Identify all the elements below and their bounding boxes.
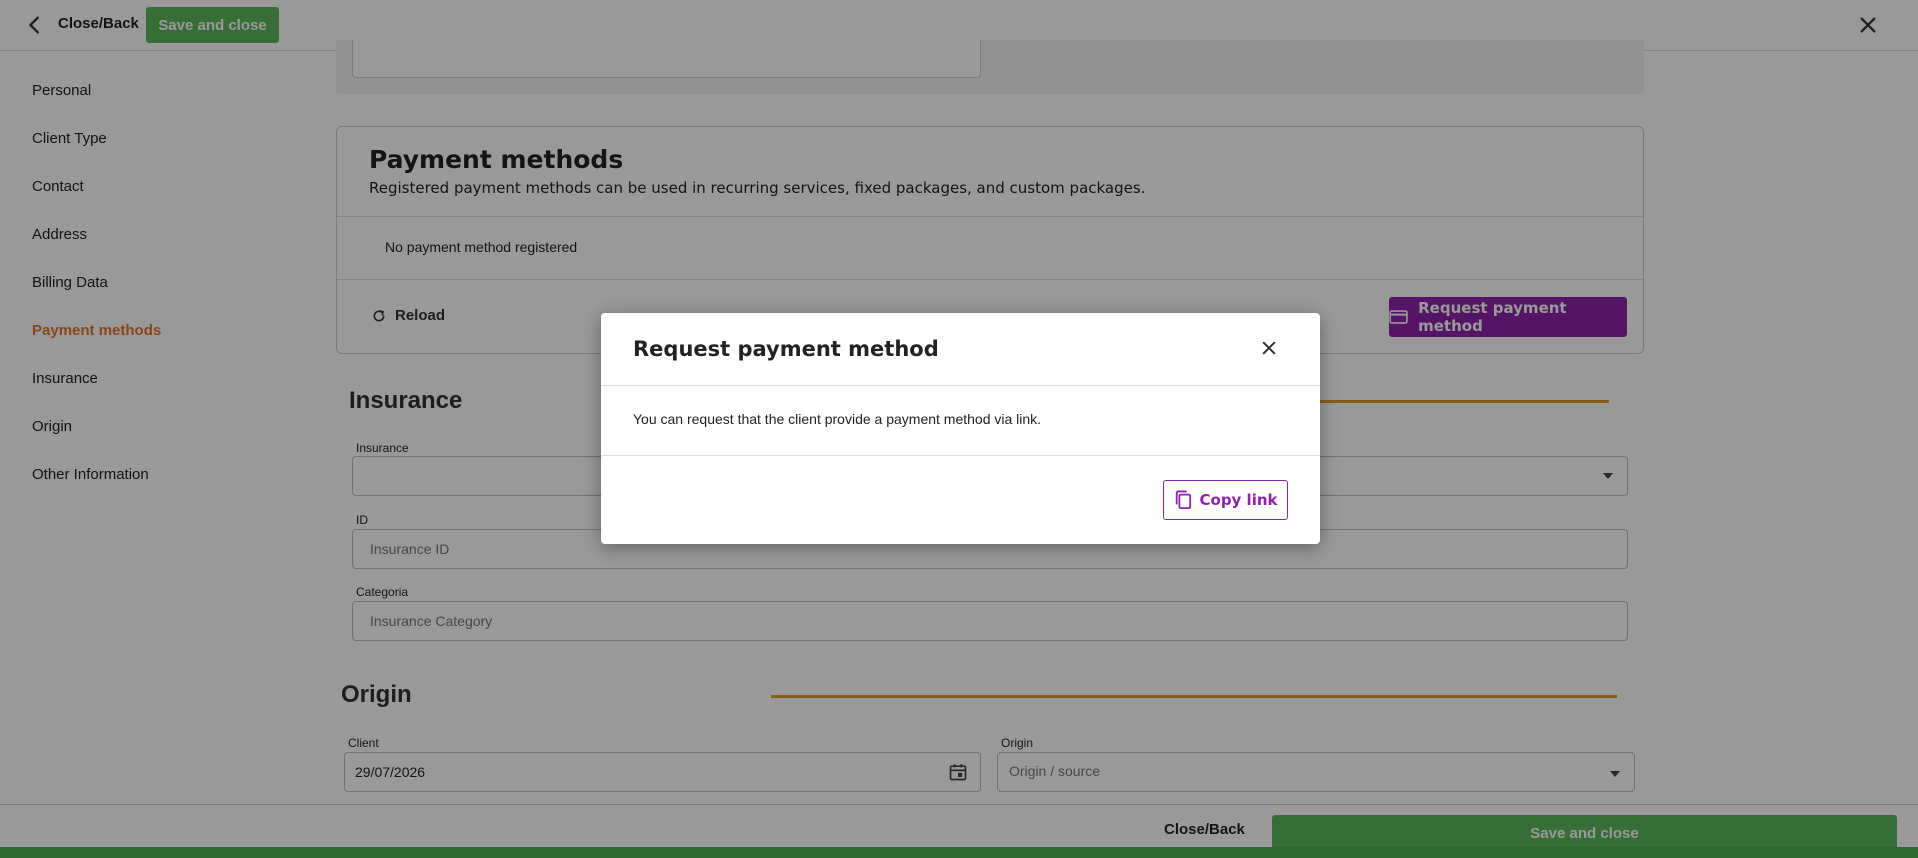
divider [601, 455, 1320, 456]
close-icon[interactable] [1260, 339, 1278, 357]
copy-icon [1175, 490, 1191, 509]
dialog-body-text: You can request that the client provide … [633, 411, 1042, 427]
dialog-title: Request payment method [633, 337, 939, 361]
copy-link-label: Copy link [1199, 491, 1278, 509]
divider [601, 385, 1320, 386]
request-payment-method-dialog: Request payment method You can request t… [601, 313, 1320, 544]
copy-link-button[interactable]: Copy link [1163, 480, 1288, 520]
